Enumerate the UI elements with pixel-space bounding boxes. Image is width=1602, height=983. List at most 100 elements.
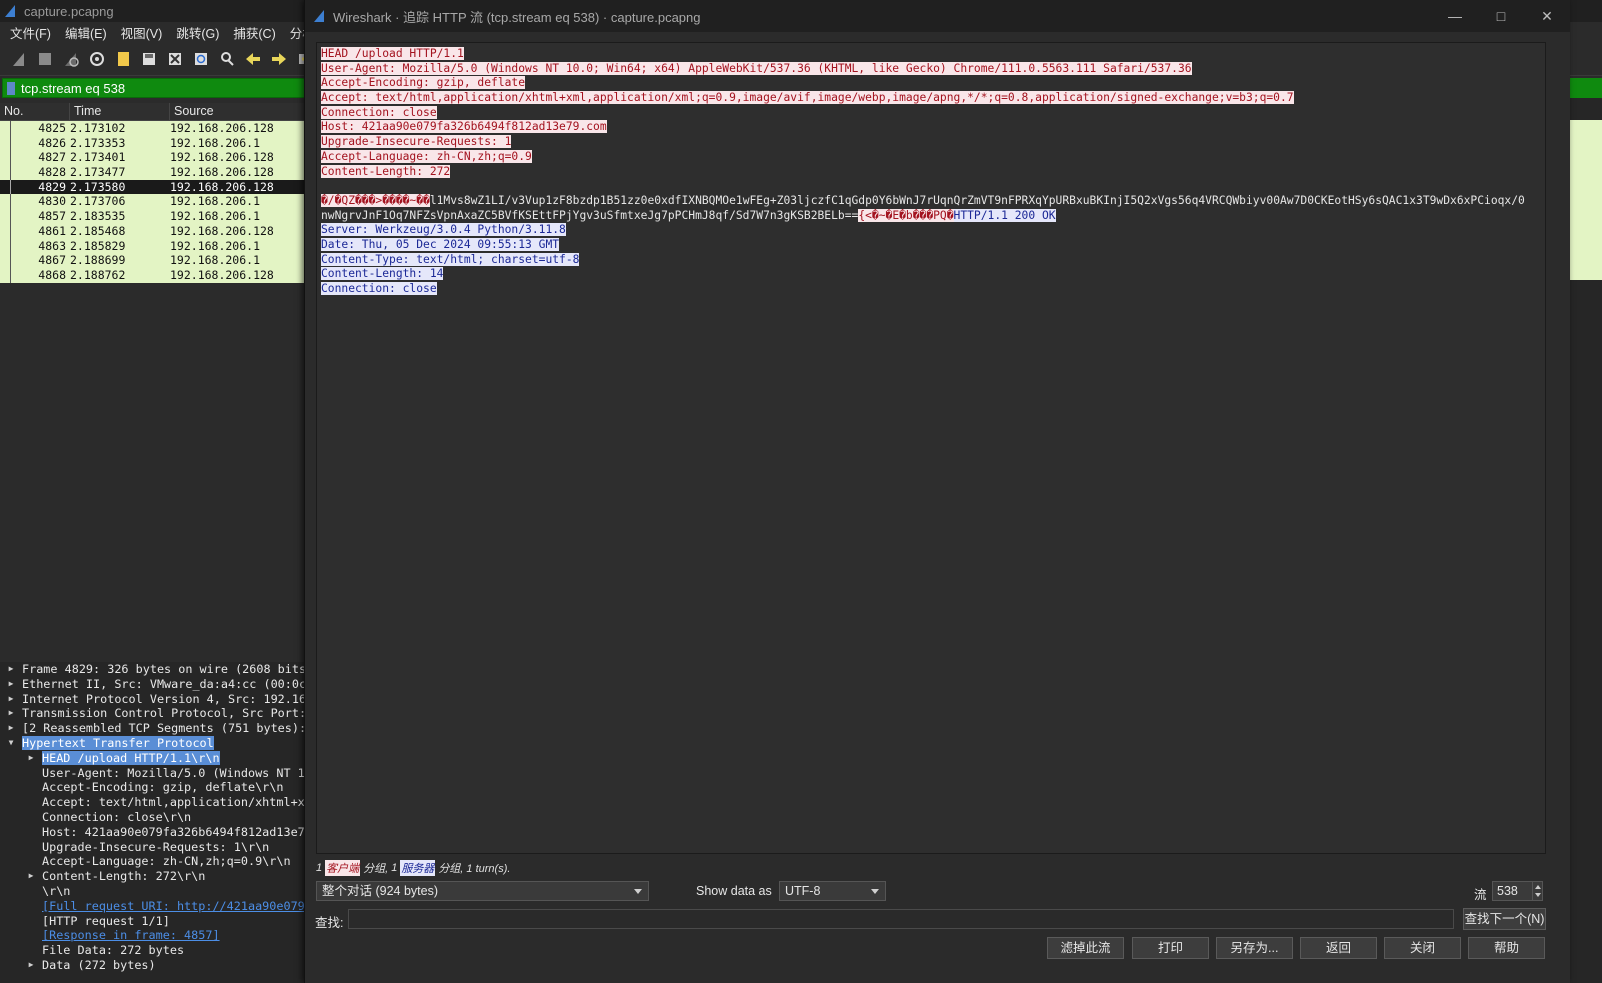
- help-button[interactable]: 帮助: [1468, 937, 1545, 959]
- detail-row[interactable]: ▶ Transmission Control Protocol, Src Port…: [0, 706, 310, 721]
- save-as-button[interactable]: 另存为...: [1216, 937, 1293, 959]
- detail-row[interactable]: Upgrade-Insecure-Requests: 1\r\n: [0, 840, 310, 855]
- go-back-icon[interactable]: [244, 50, 262, 68]
- packet-row[interactable]: 4827 2.173401 192.168.206.128: [0, 150, 310, 166]
- detail-row[interactable]: File Data: 272 bytes: [0, 943, 310, 958]
- stream-content[interactable]: HEAD /upload HTTP/1.1 User-Agent: Mozilla…: [316, 42, 1546, 854]
- detail-row[interactable]: [Full request URI: http://421aa90e079f: [0, 899, 310, 914]
- stream-line: Accept-Encoding: gzip, deflate: [321, 76, 1545, 91]
- find-input[interactable]: [348, 909, 1454, 929]
- find-next-button[interactable]: 查找下一个(N): [1463, 908, 1546, 930]
- detail-row[interactable]: Accept: text/html,application/xhtml+xm: [0, 795, 310, 810]
- reload-file-icon[interactable]: [192, 50, 210, 68]
- collapsed-arrow-icon[interactable]: ▶: [6, 677, 16, 692]
- collapsed-arrow-icon[interactable]: ▶: [26, 958, 36, 973]
- packet-time: 2.173706: [70, 194, 126, 209]
- close-icon[interactable]: ✕: [1524, 0, 1570, 32]
- detail-row[interactable]: Host: 421aa90e079fa326b6494f812ad13e79: [0, 825, 310, 840]
- packet-row[interactable]: 4863 2.185829 192.168.206.1: [0, 238, 310, 254]
- menu-file[interactable]: 文件(F): [10, 23, 51, 42]
- stop-capture-icon[interactable]: [36, 50, 54, 68]
- packet-list: 4825 2.173102 192.168.206.128 4826 2.173353 1…: [0, 121, 310, 283]
- menu-go[interactable]: 跳转(G): [176, 23, 219, 42]
- bookmark-icon[interactable]: [7, 81, 15, 95]
- conversation-select[interactable]: 整个对话 (924 bytes): [316, 881, 649, 901]
- packet-row[interactable]: 4857 2.183535 192.168.206.1: [0, 209, 310, 224]
- detail-row[interactable]: ▶ Frame 4829: 326 bytes on wire (2608 bit…: [0, 662, 310, 677]
- packet-row[interactable]: 4861 2.185468 192.168.206.128: [0, 223, 310, 239]
- detail-row[interactable]: ▶ [2 Reassembled TCP Segments (751 bytes)…: [0, 721, 310, 736]
- start-capture-icon[interactable]: [10, 50, 28, 68]
- column-no[interactable]: No.: [0, 103, 70, 120]
- detail-row[interactable]: ▶ Data (272 bytes): [0, 958, 310, 973]
- capture-options-icon[interactable]: [88, 50, 106, 68]
- menu-edit[interactable]: 编辑(E): [65, 23, 107, 42]
- show-data-select[interactable]: UTF-8: [779, 881, 886, 901]
- expanded-arrow-icon[interactable]: ▼: [6, 736, 16, 751]
- packet-number: 4857: [38, 209, 66, 224]
- related-packet-indicator: [0, 135, 20, 151]
- request-body-text: l1Mvs8wZ1LI/v3Vup1zF8bzdp1B51zz0e0xdfIXN…: [429, 193, 1525, 207]
- collapsed-arrow-icon[interactable]: ▶: [26, 751, 36, 766]
- detail-row[interactable]: ▶ Internet Protocol Version 4, Src: 192.1…: [0, 692, 310, 707]
- packet-row[interactable]: 4867 2.188699 192.168.206.1: [0, 253, 310, 268]
- collapsed-arrow-icon[interactable]: ▶: [6, 721, 16, 736]
- find-packet-icon[interactable]: [218, 50, 236, 68]
- back-button[interactable]: 返回: [1300, 937, 1377, 959]
- detail-text: [Full request URI: http://421aa90e079f: [42, 898, 310, 913]
- packet-row[interactable]: 4828 2.173477 192.168.206.128: [0, 165, 310, 180]
- menu-view[interactable]: 视图(V): [121, 23, 163, 42]
- packet-row[interactable]: 4826 2.173353 192.168.206.1: [0, 135, 310, 151]
- stream-scrollbar[interactable]: [1547, 42, 1565, 854]
- show-data-label: Show data as: [696, 884, 772, 898]
- stream-spinner[interactable]: [1532, 881, 1543, 901]
- filter-out-button[interactable]: 滤掉此流: [1047, 937, 1124, 959]
- packet-source: 192.168.206.1: [170, 194, 261, 209]
- stream-line: User-Agent: Mozilla/5.0 (Windows NT 10.0…: [321, 61, 1545, 77]
- collapsed-arrow-icon[interactable]: ▶: [6, 692, 16, 707]
- close-file-icon[interactable]: [166, 50, 184, 68]
- detail-row[interactable]: ▶ HEAD /upload HTTP/1.1\r\n: [0, 750, 310, 766]
- menu-capture[interactable]: 捕获(C): [233, 23, 275, 42]
- collapsed-arrow-icon[interactable]: ▶: [6, 706, 16, 721]
- detail-row[interactable]: Accept-Encoding: gzip, deflate\r\n: [0, 780, 310, 795]
- packet-row[interactable]: 4829 2.173580 192.168.206.128: [0, 179, 310, 195]
- collapsed-arrow-icon[interactable]: ▶: [6, 662, 16, 677]
- detail-row[interactable]: [HTTP request 1/1]: [0, 914, 310, 929]
- collapsed-arrow-icon[interactable]: ▶: [26, 869, 36, 884]
- detail-row[interactable]: ▶ Content-Length: 272\r\n: [0, 869, 310, 884]
- client-body-binary: {<�~�E�b���PQ�: [858, 208, 954, 222]
- column-time[interactable]: Time: [70, 103, 170, 120]
- detail-row[interactable]: ▼ Hypertext Transfer Protocol: [0, 735, 310, 751]
- related-packet-indicator: [0, 150, 20, 165]
- chevron-down-icon: [871, 889, 879, 894]
- stream-number-input[interactable]: 538: [1492, 881, 1533, 901]
- packet-row[interactable]: 4868 2.188762 192.168.206.128: [0, 267, 310, 283]
- packet-row[interactable]: 4825 2.173102 192.168.206.128: [0, 121, 310, 136]
- save-file-icon[interactable]: [140, 50, 158, 68]
- open-file-icon[interactable]: [114, 50, 132, 68]
- detail-text: User-Agent: Mozilla/5.0 (Windows NT 10: [42, 765, 310, 780]
- related-packet-indicator: [0, 223, 20, 239]
- display-filter-text[interactable]: tcp.stream eq 538: [21, 81, 125, 96]
- packet-row[interactable]: 4830 2.173706 192.168.206.1: [0, 194, 310, 210]
- detail-row[interactable]: Connection: close\r\n: [0, 810, 310, 825]
- detail-text: File Data: 272 bytes: [42, 943, 185, 958]
- detail-row[interactable]: User-Agent: Mozilla/5.0 (Windows NT 10: [0, 766, 310, 781]
- print-button[interactable]: 打印: [1132, 937, 1209, 959]
- detail-row[interactable]: ▶ Ethernet II, Src: VMware_da:a4:cc (00:0…: [0, 677, 310, 692]
- packet-time: 2.173580: [70, 179, 126, 194]
- restart-capture-icon[interactable]: [62, 50, 80, 68]
- close-button[interactable]: 关闭: [1384, 937, 1461, 959]
- minimize-icon[interactable]: —: [1432, 0, 1478, 32]
- maximize-icon[interactable]: □: [1478, 0, 1524, 32]
- column-source[interactable]: Source: [170, 103, 310, 120]
- detail-row[interactable]: Accept-Language: zh-CN,zh;q=0.9\r\n: [0, 854, 310, 869]
- client-request-line: Content-Length: 272: [321, 164, 451, 178]
- detail-row[interactable]: [Response in frame: 4857]: [0, 928, 310, 943]
- detail-row[interactable]: \r\n: [0, 884, 310, 899]
- related-packet-indicator: [0, 121, 20, 136]
- go-forward-icon[interactable]: [270, 50, 288, 68]
- server-response-line: Server: Werkzeug/3.0.4 Python/3.11.8: [321, 223, 566, 237]
- client-body-binary: �/�QZ���>����~��: [321, 193, 430, 207]
